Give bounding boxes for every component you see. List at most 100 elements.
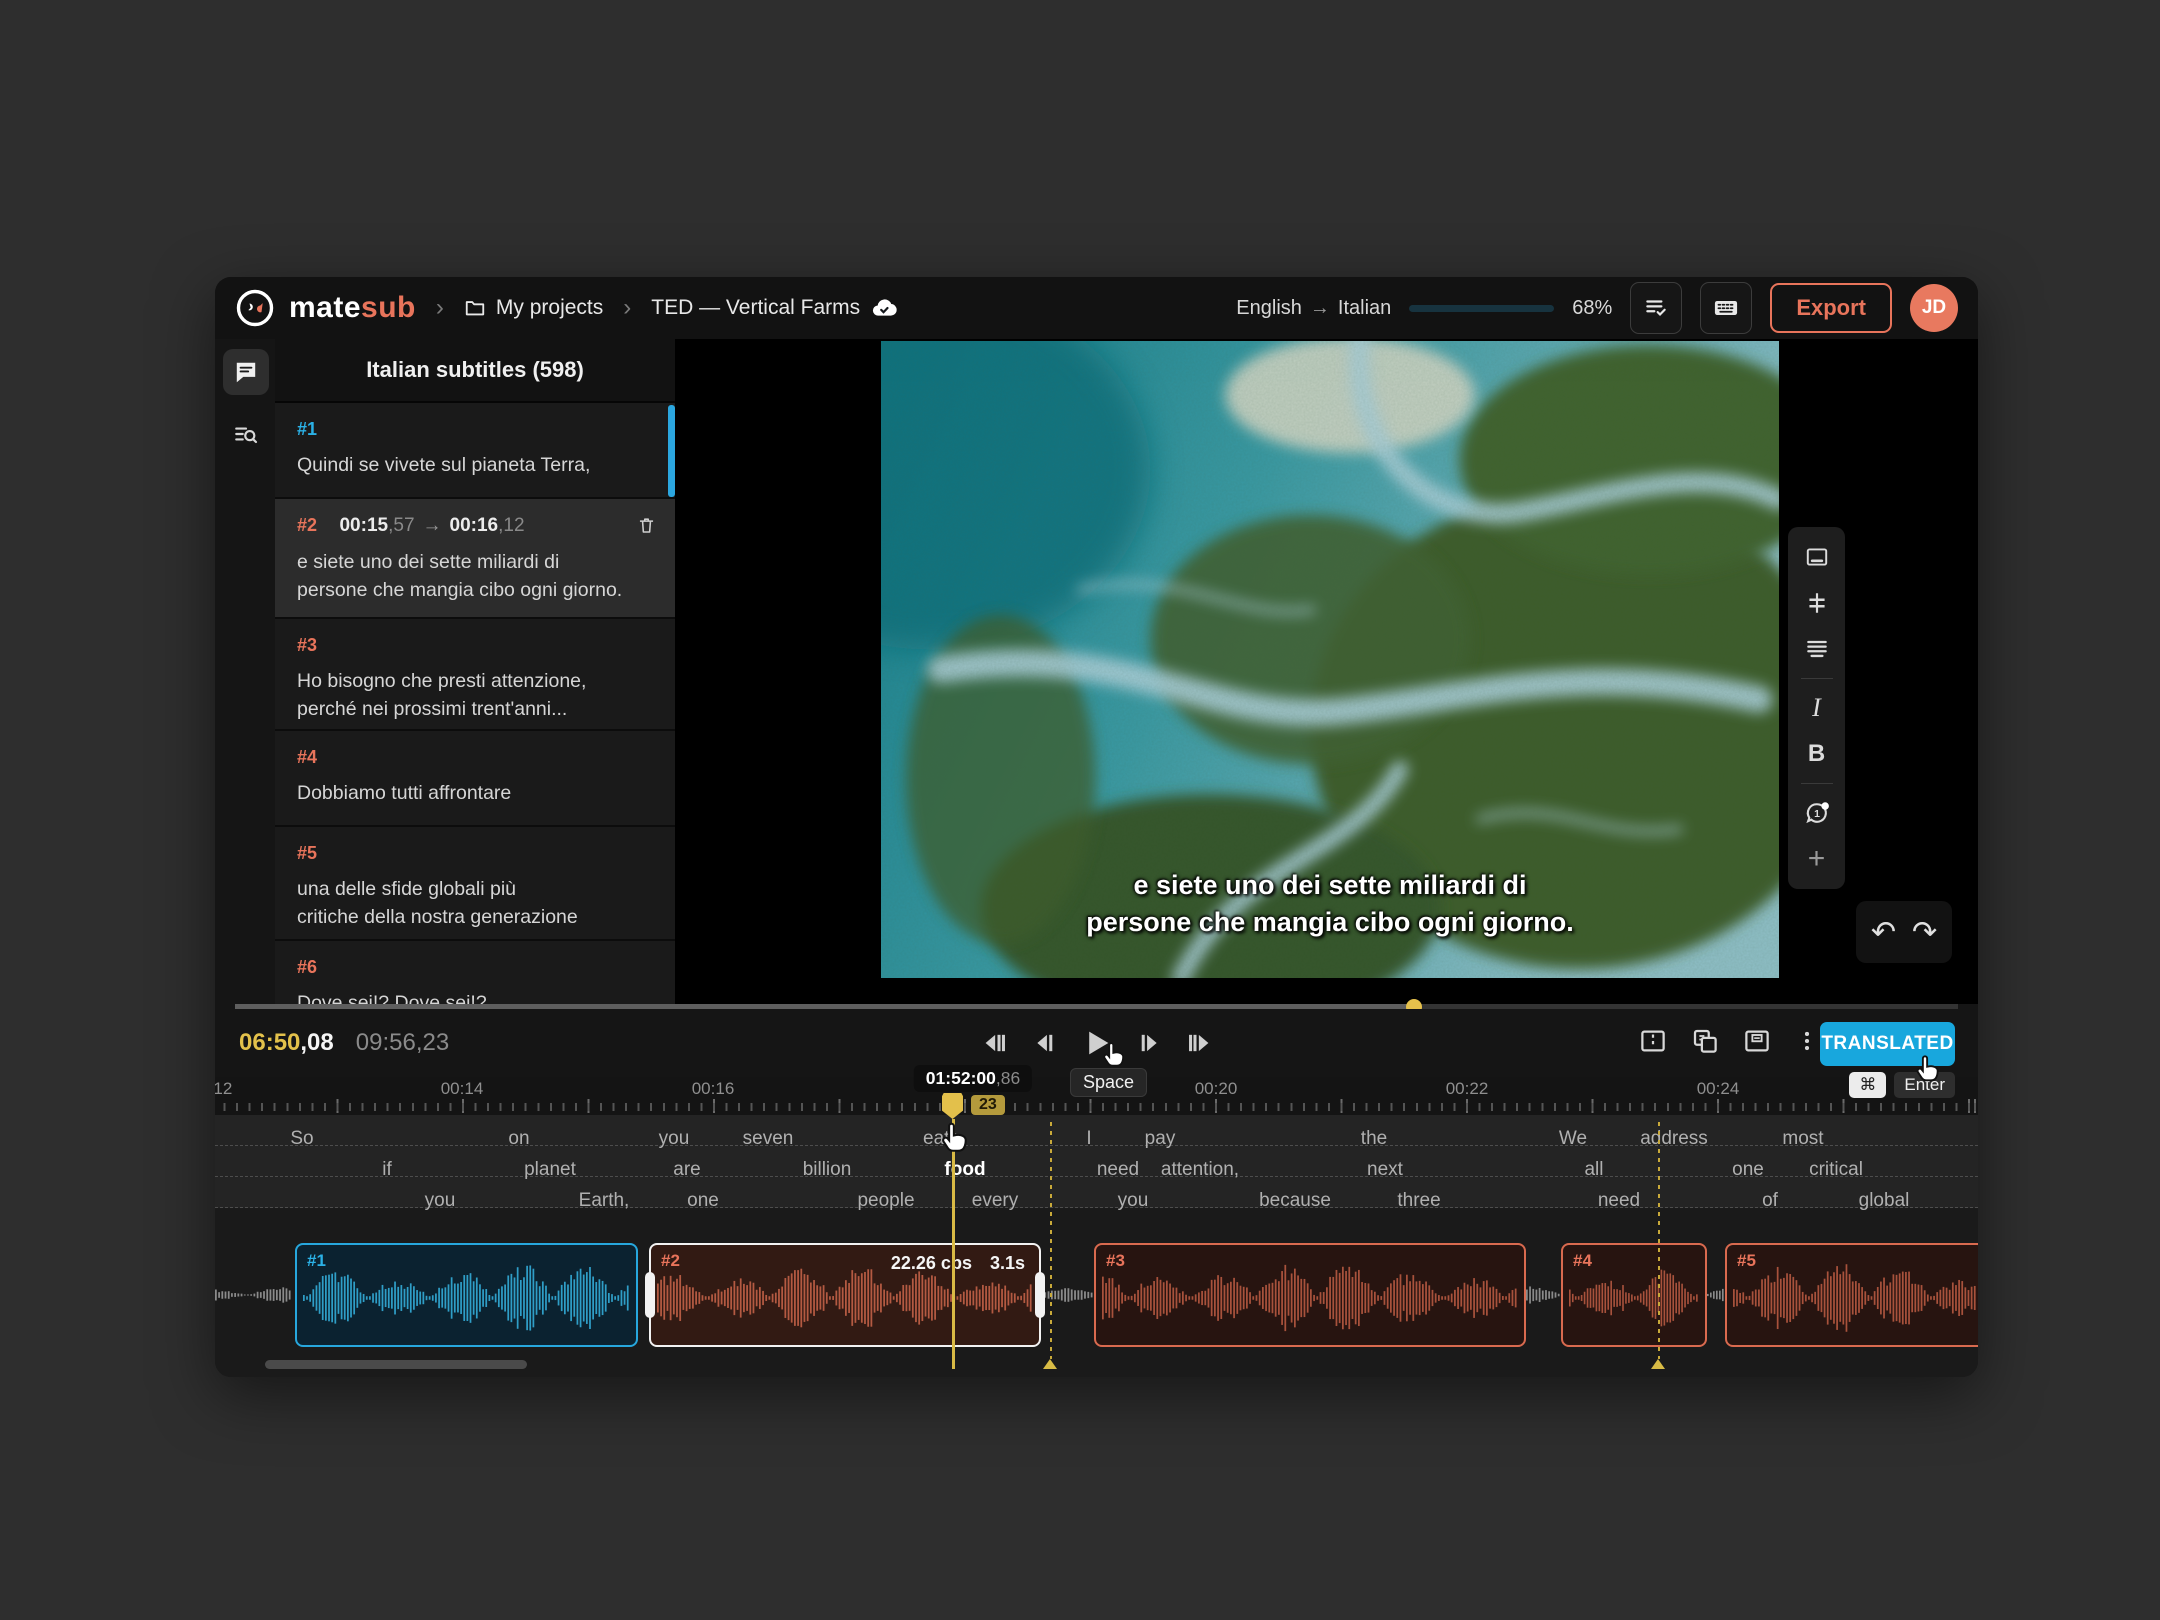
subtitle-item-1[interactable]: #1 Quindi se vivete sul pianeta Terra, [275,403,675,497]
subtitle-item-5[interactable]: #5 una delle sfide globali piùcritiche d… [275,827,675,939]
breadcrumb-chevron: › [436,294,444,322]
subtitle-number: #4 [297,747,317,767]
subtitle-boundary-marker[interactable] [1658,1122,1660,1359]
breadcrumb-project-title[interactable]: TED — Vertical Farms [651,294,898,322]
word: three [1397,1190,1440,1212]
subtitle-panel-title: Italian subtitles (598) [275,339,675,403]
video-subtitle-overlay: e siete uno dei sette miliardi di person… [881,867,1779,940]
subtitle-number: #2 [297,515,317,535]
subtitle-timing[interactable]: 00:15,57→00:16,12 [339,515,524,536]
step-back-button[interactable] [1030,1029,1058,1057]
ruler-label: 00:14 [441,1079,484,1099]
video-player[interactable]: e siete uno dei sette miliardi di person… [881,341,1779,978]
word-alignment-band: So on you seven eats I pay the We addres… [215,1115,1978,1208]
play-button[interactable] [1080,1026,1114,1060]
block-right-handle[interactable] [1035,1272,1045,1318]
speaker-1-icon: 1 [1803,799,1831,827]
playhead-line[interactable] [952,1119,955,1369]
review-list-button[interactable] [1630,282,1682,334]
panel-scrollbar-thumb[interactable] [668,405,675,497]
subtitle-block-3[interactable]: #3 [1094,1243,1526,1347]
subtitle-number: #1 [297,419,317,439]
subtitle-boundary-marker[interactable] [1050,1122,1052,1359]
current-time: 06:50,08 [239,1029,334,1057]
timeline-scrollbar[interactable] [265,1360,527,1369]
word: of [1762,1190,1778,1212]
language-pair: English→Italian [1236,297,1391,320]
duplicate-subtitle-button[interactable] [1690,1026,1720,1061]
ruler-label: 00:22 [1446,1079,1489,1099]
subtitle-text[interactable]: Ho bisogno che presti attenzione,perché … [297,668,655,723]
translated-shortcut-hint: ⌘ Enter [1815,1072,1955,1098]
redo-button[interactable]: ↷ [1912,915,1937,950]
step-forward-button[interactable] [1136,1029,1164,1057]
italic-button[interactable]: I [1797,688,1837,728]
subtitle-text[interactable]: e siete uno dei sette miliardi dipersone… [297,549,655,604]
export-button[interactable]: Export [1770,283,1892,333]
time-display: 06:50,08 09:56,23 [239,1009,449,1077]
brand-wordmark: matesub [289,291,416,325]
subtitles-panel-tab[interactable] [223,349,269,395]
breadcrumb-my-projects[interactable]: My projects [464,296,603,320]
block-left-handle[interactable] [645,1272,655,1318]
word-row-1: So on you seven eats I pay the We addres… [215,1115,1978,1146]
subtitle-position-button[interactable] [1797,537,1837,577]
play-icon [1080,1026,1114,1060]
search-subtitles-tab[interactable] [223,411,269,457]
split-icon [1638,1026,1668,1056]
subtitle-block-5[interactable]: #5 [1725,1243,1978,1347]
translation-progress-bar [1409,305,1554,312]
cmd-key-badge: ⌘ [1849,1072,1886,1098]
more-options-button[interactable] [1794,1028,1820,1059]
boundary-triangle [1043,1359,1057,1369]
subtitle-number: #3 [297,635,317,655]
timeline[interactable]: 00:12 00:14 00:16 00:20 00:22 00:24 So o… [215,1077,1978,1377]
block-number: #2 [661,1251,680,1270]
waveform [1102,1259,1518,1337]
shortcuts-button[interactable] [1700,282,1752,334]
kebab-menu-icon [1794,1028,1820,1054]
merge-subtitle-button[interactable] [1742,1026,1772,1061]
text-align-button[interactable] [1797,629,1837,669]
subtitle-text[interactable]: Quindi se vivete sul pianeta Terra, [297,452,655,480]
subtitle-style-toolbar: I B 1 + [1788,527,1845,889]
waveform [1569,1259,1699,1337]
untimed-audio-wave [1526,1283,1561,1307]
list-check-icon [1643,295,1669,321]
enter-key-badge: Enter [1894,1072,1955,1098]
subtitle-block-2-selected[interactable]: #2 22.26 cps3.1s [649,1243,1041,1347]
add-style-button[interactable]: + [1797,839,1837,879]
merge-icon [1742,1026,1772,1056]
user-avatar[interactable]: JD [1910,284,1958,332]
speaker-tag-button[interactable]: 1 [1797,793,1837,833]
subtitle-text[interactable]: Dobbiamo tutti affrontare [297,780,655,808]
word: need [1598,1190,1640,1212]
word-row-3: you Earth, one people every you because … [215,1177,1978,1208]
subtitle-item-3[interactable]: #3 Ho bisogno che presti attenzione,perc… [275,619,675,729]
subtitle-block-1[interactable]: #1 [295,1243,638,1347]
position-bottom-icon [1804,544,1830,570]
next-subtitle-button[interactable] [1186,1029,1214,1057]
block-number: #5 [1737,1251,1756,1270]
undo-button[interactable]: ↶ [1871,915,1896,950]
block-number: #4 [1573,1251,1592,1270]
split-subtitle-button[interactable] [1638,1026,1668,1061]
subtitle-item-4[interactable]: #4 Dobbiamo tutti affrontare [275,731,675,825]
trash-icon [636,515,657,536]
delete-subtitle-button[interactable] [636,515,657,541]
previous-subtitle-button[interactable] [980,1029,1008,1057]
subtitle-text[interactable]: una delle sfide globali piùcritiche dell… [297,876,655,931]
skip-forward-icon [1186,1029,1214,1057]
subtitle-item-6[interactable]: #6 Dove sei!? Dove sei!? [275,941,675,1004]
vertical-align-button[interactable] [1797,583,1837,623]
playback-control-bar: 06:50,08 09:56,23 [215,1009,1978,1077]
subtitle-text[interactable]: Dove sei!? Dove sei!? [297,990,655,1004]
subtitle-block-4[interactable]: #4 [1561,1243,1707,1347]
untimed-audio-wave [215,1283,292,1307]
toolbar-separator [1801,678,1833,679]
top-bar: matesub › My projects › TED — Vertical F… [215,277,1978,339]
matesub-logo-icon [235,288,275,328]
subtitle-item-2-selected[interactable]: #2 00:15,57→00:16,12 e siete uno dei set… [275,499,675,617]
translated-status-button[interactable]: TRANSLATED [1820,1022,1955,1066]
bold-button[interactable]: B [1797,734,1837,774]
